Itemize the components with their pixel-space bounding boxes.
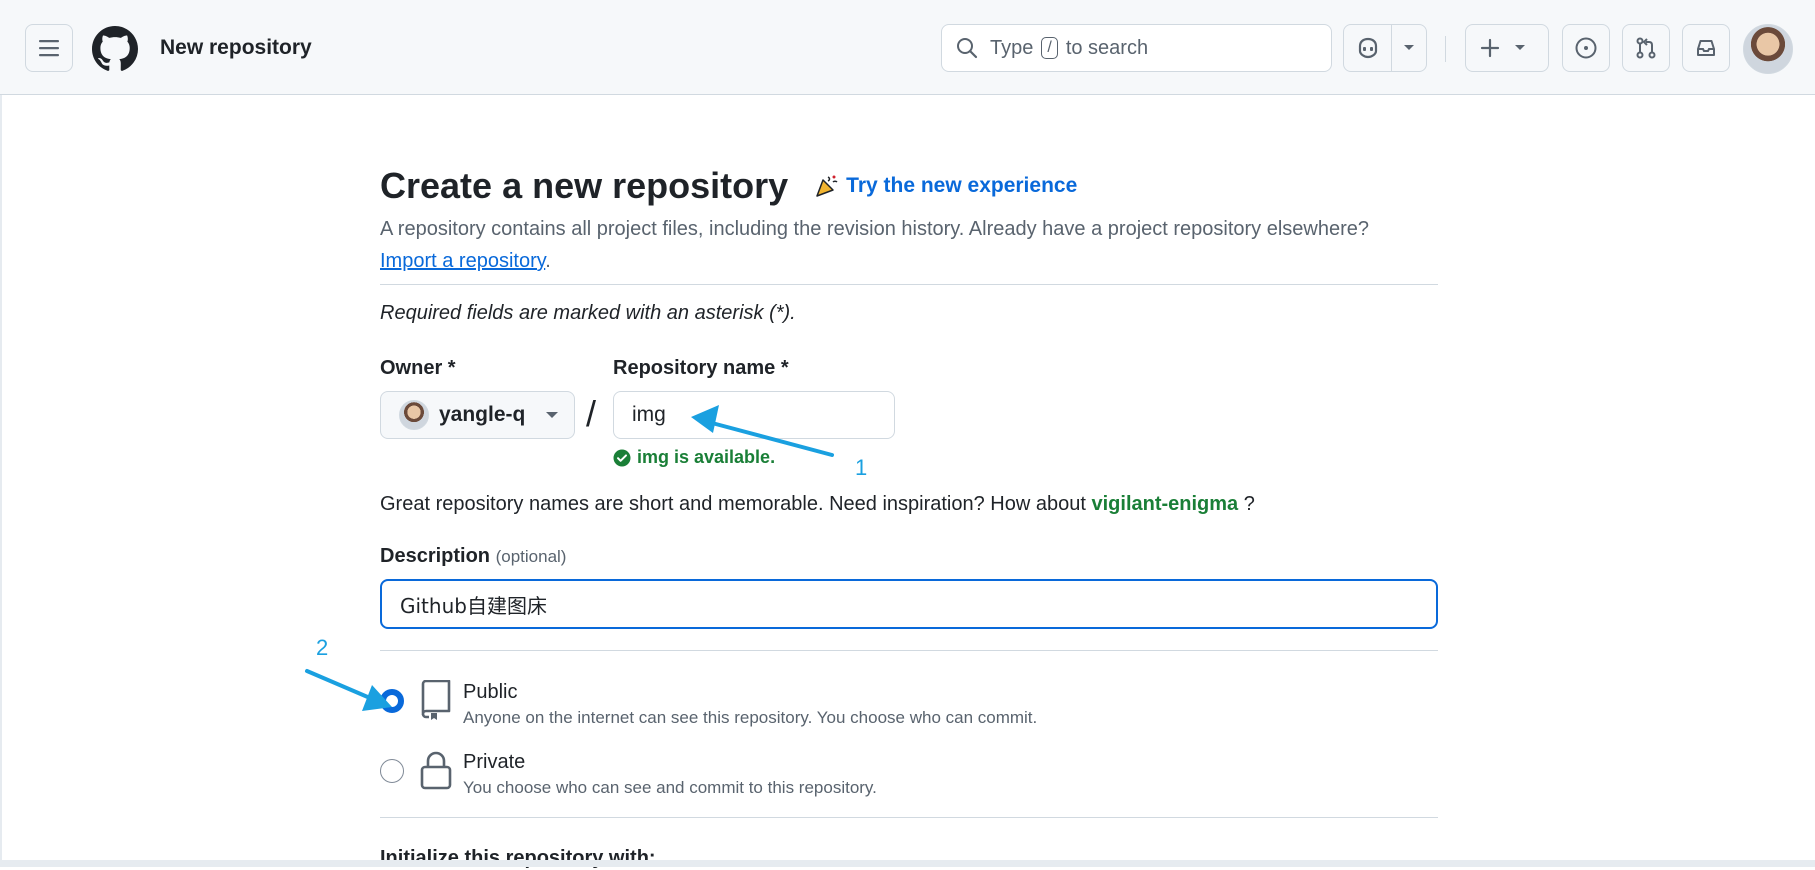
annotation-arrow-1: [691, 405, 834, 457]
annotation-overlay: [305, 405, 834, 711]
window-edge: [0, 95, 2, 867]
annotation-label-1: 1: [855, 455, 868, 480]
annotation-label-2: 2: [316, 635, 329, 660]
window-edge: [0, 860, 1815, 867]
annotation-arrow-2: [305, 669, 392, 711]
